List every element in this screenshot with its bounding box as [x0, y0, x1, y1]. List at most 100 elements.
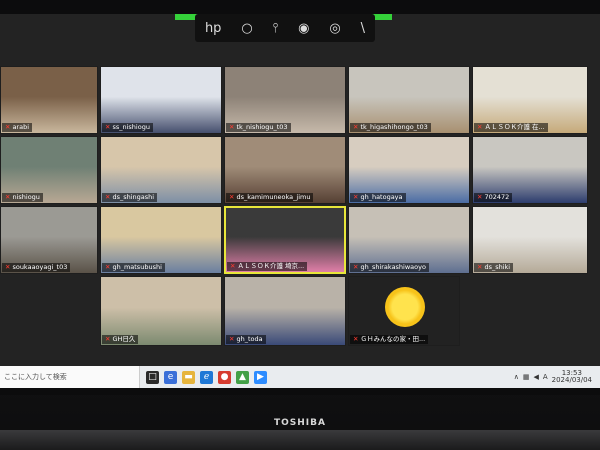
edge-icon[interactable]: e — [164, 370, 177, 384]
participant-name-label: ✕ gh_matsubushi — [102, 263, 165, 272]
zoom-app-icon[interactable]: ▶ — [254, 370, 267, 384]
participant-name-label: ✕ ds_kamimuneoka_jimu — [226, 193, 314, 202]
hp-camera-icon: hp — [204, 20, 222, 36]
participant-name: ds_kamimuneoka_jimu — [236, 193, 311, 201]
participant-name-label: ✕ gh_hatogaya — [350, 193, 406, 202]
participant-name-label: ✕ ＡＬＳＯＫ介護 埼京... — [227, 262, 308, 271]
video-tile[interactable]: ✕ ds_shiki — [472, 206, 588, 274]
close-icon[interactable]: \ — [361, 22, 365, 35]
participant-name: ds_shiki — [484, 263, 511, 271]
sun-avatar-icon — [385, 287, 425, 327]
speaker-icon[interactable]: ◎ — [329, 22, 340, 35]
ime-indicator[interactable]: A — [543, 373, 548, 381]
search-placeholder: ここに入力して検索 — [4, 373, 67, 381]
pinned-apps: □ e ▬ ℯ ● ▲ ▶ — [146, 370, 267, 384]
muted-mic-icon: ✕ — [477, 263, 483, 271]
participant-name: ss_nishiogu — [112, 123, 150, 131]
video-tile[interactable]: ✕ gh_hatogaya — [348, 136, 470, 204]
taskbar-search-box[interactable]: ここに入力して検索 — [0, 366, 140, 388]
video-tile[interactable]: ✕ gh_shirakashiwaoyo — [348, 206, 470, 274]
participant-name-label: ✕ nishiogu — [2, 193, 43, 202]
video-tile[interactable]: ✕ soukaaoyagi_t03 — [0, 206, 98, 274]
participant-name: GH日久 — [112, 335, 136, 343]
participant-name-label: ✕ ＡＬＳＯＫ介護 在... — [474, 123, 548, 132]
video-tile[interactable]: ✕ tk_higashihongo_t03 — [348, 66, 470, 134]
participant-name: ＡＬＳＯＫ介護 在... — [484, 123, 545, 131]
windows-taskbar: ここに入力して検索 □ e ▬ ℯ ● ▲ ▶ ∧ ▦ ◀ A 13:53 20… — [0, 366, 600, 388]
participant-name-label: ✕ ＧＨみんなの家・田... — [350, 335, 429, 344]
system-tray: ∧ ▦ ◀ A 13:53 2024/03/04 — [514, 370, 600, 384]
participant-name-label: ✕ tk_nishiogu_t03 — [226, 123, 291, 132]
video-tile[interactable]: ✕ ＡＬＳＯＫ介護 埼京... — [224, 206, 346, 274]
video-tile[interactable]: ✕ gh_toda — [224, 276, 346, 346]
participant-name: soukaaoyagi_t03 — [12, 263, 68, 271]
muted-mic-icon: ✕ — [229, 123, 235, 131]
video-tile[interactable]: ✕ ss_nishiogu — [100, 66, 222, 134]
mic-icon[interactable]: ⫯ — [273, 22, 279, 35]
participant-name-label: ✕ GH日久 — [102, 335, 139, 344]
network-icon[interactable]: ▦ — [523, 373, 530, 381]
chrome-icon[interactable]: ● — [218, 370, 231, 384]
clock-date: 2024/03/04 — [551, 376, 592, 384]
zoom-floating-toolbar[interactable]: hp ○ ⫯ ◉ ◎ \ — [195, 14, 375, 42]
participant-name: 702472 — [484, 193, 510, 201]
participant-name: tk_higashihongo_t03 — [360, 123, 428, 131]
record-icon[interactable]: ○ — [241, 22, 252, 35]
video-gallery-grid: ✕ arabi ✕ ss_nishiogu ✕ tk_nishiogu_t03 ✕ tk_hi… — [0, 54, 600, 349]
participant-name: gh_shirakashiwaoyo — [360, 263, 426, 271]
participant-name-label: ✕ gh_shirakashiwaoyo — [350, 263, 429, 272]
participant-name-label: ✕ ss_nishiogu — [102, 123, 153, 132]
desk-surface — [0, 430, 600, 450]
muted-mic-icon: ✕ — [477, 123, 483, 131]
monitor-brand-logo: TOSHIBA — [274, 418, 326, 428]
muted-mic-icon: ✕ — [229, 335, 235, 343]
video-tile[interactable]: ✕ GH日久 — [100, 276, 222, 346]
tray-chevron-icon[interactable]: ∧ — [514, 373, 519, 381]
monitor-screen: hp ○ ⫯ ◉ ◎ \ ✕ arabi ✕ ss_nishiogu ✕ tk_nishi… — [0, 14, 600, 388]
muted-mic-icon: ✕ — [105, 335, 111, 343]
volume-icon[interactable]: ◀ — [533, 373, 538, 381]
participant-name-label: ✕ tk_higashihongo_t03 — [350, 123, 431, 132]
participant-name: gh_matsubushi — [112, 263, 162, 271]
participant-name: gh_toda — [236, 335, 263, 343]
muted-mic-icon: ✕ — [353, 335, 359, 343]
video-tile[interactable]: ✕ arabi — [0, 66, 98, 134]
muted-mic-icon: ✕ — [477, 193, 483, 201]
participant-name-label: ✕ ds_shingashi — [102, 193, 158, 202]
participant-name-label: ✕ soukaaoyagi_t03 — [2, 263, 71, 272]
task-view-icon[interactable]: □ — [146, 370, 159, 384]
muted-mic-icon: ✕ — [353, 123, 359, 131]
participant-name: gh_hatogaya — [360, 193, 403, 201]
participant-name: nishiogu — [12, 193, 40, 201]
camera-icon[interactable]: ◉ — [298, 22, 309, 35]
video-tile[interactable]: ✕ ds_shingashi — [100, 136, 222, 204]
video-tile[interactable]: ✕ gh_matsubushi — [100, 206, 222, 274]
muted-mic-icon: ✕ — [105, 193, 111, 201]
video-tile[interactable]: ✕ ＡＬＳＯＫ介護 在... — [472, 66, 588, 134]
video-tile[interactable]: ✕ 702472 — [472, 136, 588, 204]
participant-name: ＧＨみんなの家・田... — [360, 335, 426, 343]
participant-name: ds_shingashi — [112, 193, 155, 201]
participant-name: ＡＬＳＯＫ介護 埼京... — [237, 262, 305, 270]
participant-name: tk_nishiogu_t03 — [236, 123, 288, 131]
participant-name-label: ✕ 702472 — [474, 193, 513, 202]
muted-mic-icon: ✕ — [105, 123, 111, 131]
muted-mic-icon: ✕ — [353, 193, 359, 201]
ie-icon[interactable]: ℯ — [200, 370, 213, 384]
participant-name-label: ✕ gh_toda — [226, 335, 266, 344]
app-icon[interactable]: ▲ — [236, 370, 249, 384]
muted-mic-icon: ✕ — [105, 263, 111, 271]
muted-mic-icon: ✕ — [229, 193, 235, 201]
muted-mic-icon: ✕ — [353, 263, 359, 271]
muted-mic-icon: ✕ — [5, 193, 11, 201]
video-tile[interactable]: ✕ tk_nishiogu_t03 — [224, 66, 346, 134]
muted-mic-icon: ✕ — [5, 263, 11, 271]
muted-mic-icon: ✕ — [230, 262, 236, 270]
participant-name-label: ✕ arabi — [2, 123, 33, 132]
video-tile[interactable]: ✕ ds_kamimuneoka_jimu — [224, 136, 346, 204]
video-tile[interactable]: ✕ ＧＨみんなの家・田... — [348, 276, 460, 346]
video-tile[interactable]: ✕ nishiogu — [0, 136, 98, 204]
taskbar-clock[interactable]: 13:53 2024/03/04 — [552, 370, 592, 384]
participant-name-label: ✕ ds_shiki — [474, 263, 514, 272]
file-explorer-icon[interactable]: ▬ — [182, 370, 195, 384]
